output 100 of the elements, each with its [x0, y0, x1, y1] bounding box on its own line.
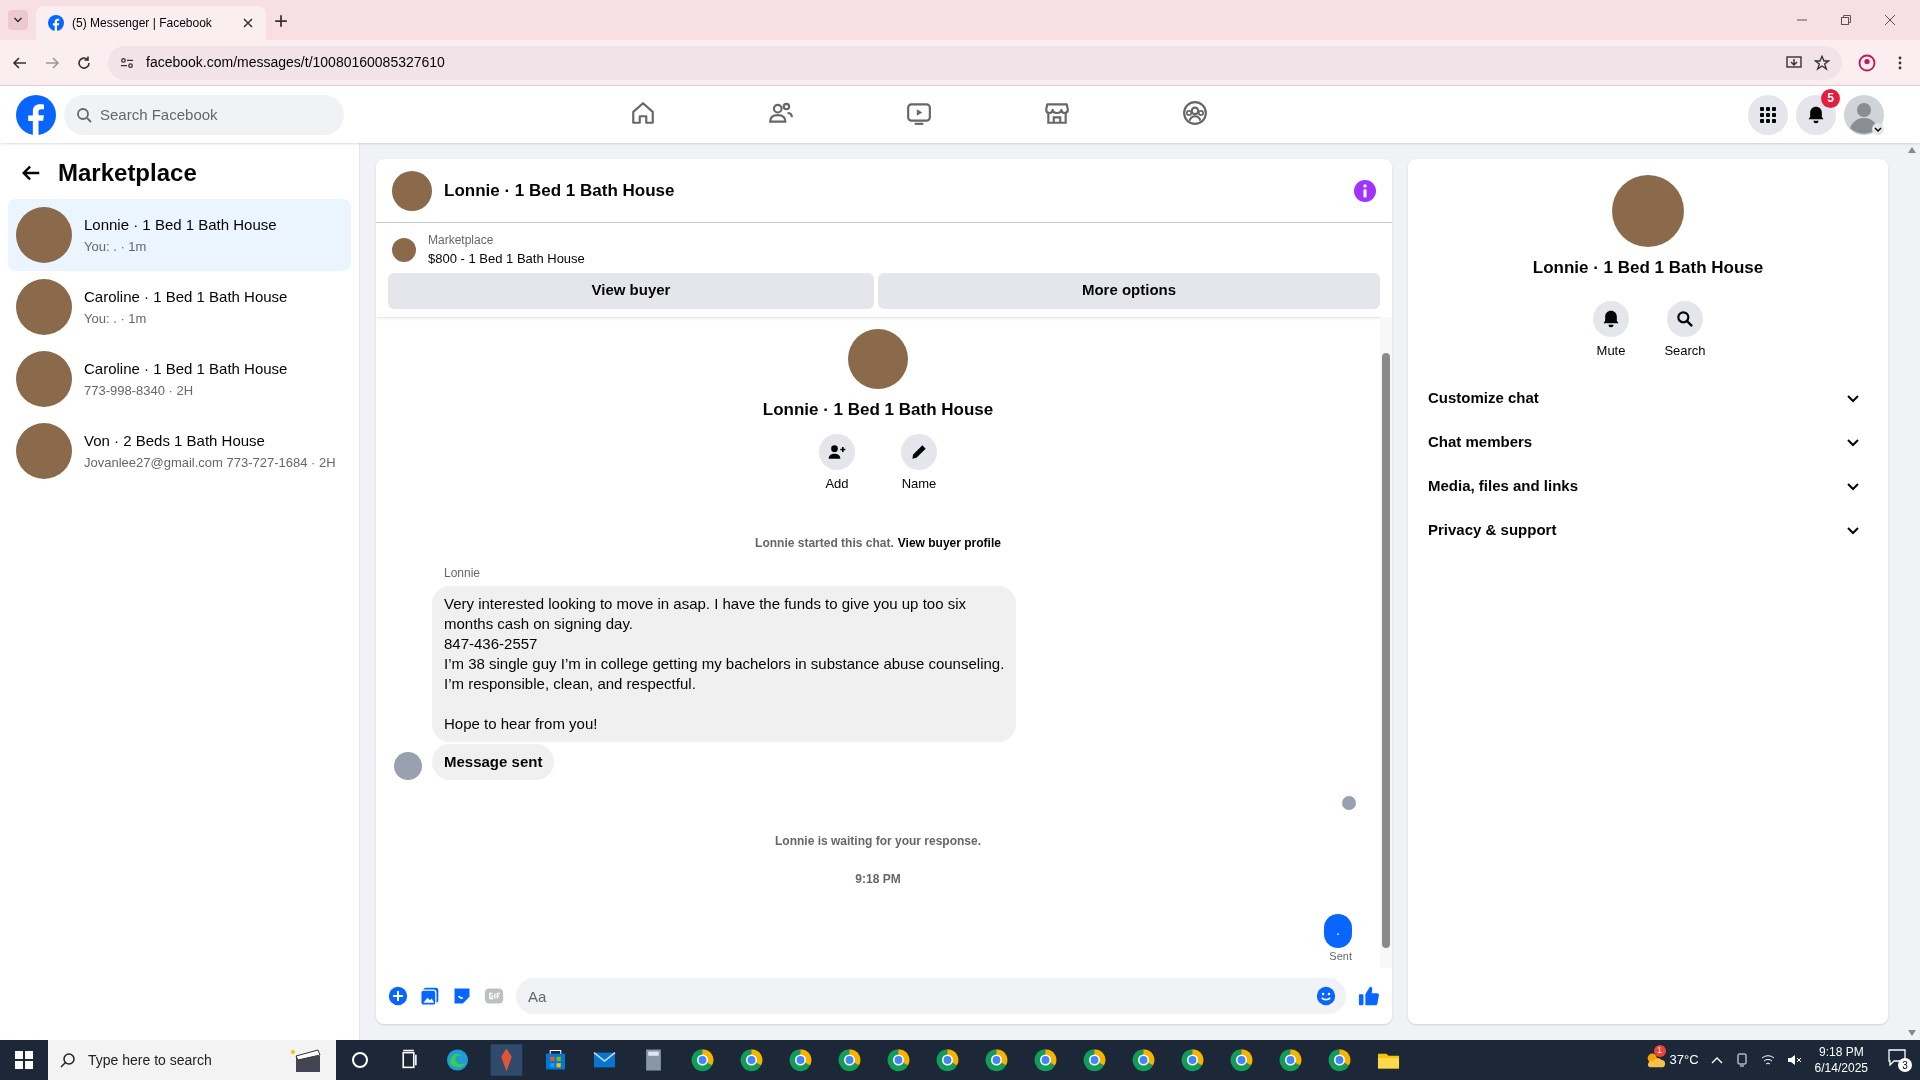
facebook-icon: [48, 15, 64, 31]
profile-icon[interactable]: [1858, 53, 1876, 72]
sticker-icon[interactable]: [452, 986, 472, 1006]
url-text: facebook.com/messages/t/10080160085327610: [146, 53, 446, 72]
taskbar-search[interactable]: Type here to search: [48, 1040, 336, 1080]
photo-placeholder: [392, 237, 416, 262]
scroll-up-icon[interactable]: [1908, 147, 1916, 153]
tab-title: (5) Messenger | Facebook: [72, 15, 213, 32]
friends-icon: [768, 100, 794, 126]
details-name: Lonnie · 1 Bed 1 Bath House: [1532, 257, 1764, 279]
home-icon: [630, 100, 656, 126]
image-icon[interactable]: [420, 986, 440, 1006]
plus-icon[interactable]: [388, 986, 408, 1006]
section-item[interactable]: Chat members: [1424, 420, 1872, 464]
name-button[interactable]: [901, 434, 937, 470]
grid-icon: [1758, 104, 1778, 125]
action-button[interactable]: More options: [878, 272, 1380, 309]
notification-badge: 5: [1821, 88, 1840, 108]
photo-placeholder: [16, 279, 72, 335]
clapperboard-icon: [290, 1046, 324, 1074]
section-label: Chat members: [1428, 431, 1534, 452]
conversation-snippet: You: . · 1m: [84, 237, 148, 256]
action-button[interactable]: View buyer: [388, 272, 874, 309]
bell-icon: [1806, 104, 1826, 125]
address-bar[interactable]: facebook.com/messages/t/10080160085327610: [108, 45, 1842, 80]
message-bubble: Very interested looking to move in asap. I have the funds to give you up too six months cash on signing day. 847-436-2557 I’m 38 single guy I’m in college getting my bachelors in substance abuse counseling. I’m responsible, clean, and respectful. Hope to hear from you!: [432, 585, 1017, 742]
install-icon[interactable]: [1786, 54, 1802, 71]
close-icon[interactable]: [1884, 14, 1896, 26]
site-settings-icon[interactable]: [120, 55, 134, 70]
weather-badge: 1: [1653, 1045, 1666, 1057]
search-button[interactable]: [1667, 300, 1703, 337]
section-label: Customize chat: [1428, 387, 1540, 408]
photo-placeholder: [16, 351, 72, 407]
account-avatar[interactable]: [1844, 94, 1884, 135]
conversation-snippet: Jovanlee27@gmail.com 773-727-1684 · 2H: [84, 453, 336, 472]
menu-button[interactable]: [1748, 94, 1788, 135]
mute-button[interactable]: [1593, 300, 1629, 337]
message-input[interactable]: Aa: [516, 978, 1346, 1014]
conversation-name: Caroline · 1 Bed 1 Bath House: [84, 359, 288, 379]
action-label: Name: [901, 475, 937, 493]
conversation-item[interactable]: Lonnie · 1 Bed 1 Bath House You: . · 1m: [8, 199, 351, 271]
browser-tab[interactable]: (5) Messenger | Facebook: [36, 6, 266, 40]
emoji-icon[interactable]: [1316, 986, 1336, 1006]
notification-count: 3: [1898, 1058, 1912, 1072]
taskbar-search-text: Type here to search: [88, 1050, 213, 1070]
message-status: Sent: [1329, 948, 1352, 964]
facebook-logo[interactable]: [16, 94, 56, 135]
conversation-snippet: 773-998-8340 · 2H: [84, 381, 195, 400]
action-label: Mute: [1596, 341, 1626, 360]
message-bubble: Message sent: [432, 743, 555, 780]
groups-icon: [1182, 100, 1208, 126]
action-label: Add: [825, 475, 849, 493]
search-field[interactable]: Search Facebook: [64, 94, 344, 135]
section-item[interactable]: Customize chat: [1424, 376, 1872, 420]
clock-date: 6/14/2025: [1814, 1060, 1868, 1076]
thumbs-up-icon[interactable]: [1358, 985, 1380, 1007]
sidebar-title: Marketplace: [58, 158, 197, 188]
notifications-button[interactable]: [1796, 94, 1836, 135]
sender-name: Lonnie: [444, 564, 482, 582]
search-icon: [60, 1052, 76, 1068]
conversation-snippet: You: . · 1m: [84, 309, 148, 328]
wifi-icon[interactable]: [1760, 1053, 1775, 1067]
temperature: 37°C: [1669, 1051, 1699, 1070]
device-icon[interactable]: [1734, 1053, 1749, 1067]
search-icon: [76, 106, 92, 123]
scroll-down-icon[interactable]: [1908, 1030, 1916, 1036]
buyer-profile-link[interactable]: View buyer profile: [897, 533, 1001, 552]
new-tab-icon[interactable]: [274, 14, 288, 28]
bell-icon: [1601, 308, 1621, 329]
marketplace-icon: [1044, 100, 1070, 126]
message-time: 9:18 PM: [854, 870, 902, 888]
listing-title: $800 - 1 Bed 1 Bath House: [428, 250, 585, 268]
info-icon[interactable]: [1354, 179, 1376, 202]
avatar-placeholder: [394, 751, 422, 780]
action-label: Search: [1664, 341, 1706, 360]
back-icon[interactable]: [12, 54, 28, 71]
scrollbar[interactable]: [1380, 316, 1392, 968]
photo-placeholder: [16, 207, 72, 263]
reload-icon[interactable]: [76, 54, 92, 71]
photo-placeholder: [16, 423, 72, 479]
listing-source: Marketplace: [428, 232, 495, 249]
speaker-muted-icon[interactable]: [1786, 1053, 1803, 1067]
notification-center-button[interactable]: 3: [1888, 1048, 1912, 1072]
profile-name: Lonnie · 1 Bed 1 Bath House: [762, 398, 994, 421]
outgoing-message: .: [1324, 913, 1352, 948]
search-icon: [1675, 308, 1695, 329]
close-icon[interactable]: [242, 17, 254, 29]
section-item[interactable]: Media, files and links: [1424, 464, 1872, 508]
section-label: Privacy & support: [1428, 519, 1558, 540]
add-person-icon: [827, 442, 847, 462]
chat-status: Lonnie is waiting for your response.: [774, 832, 982, 850]
chat-title: Lonnie · 1 Bed 1 Bath House: [444, 179, 675, 202]
section-item[interactable]: Privacy & support: [1424, 508, 1872, 552]
add-button[interactable]: [819, 434, 855, 470]
read-receipt-avatar: [1342, 795, 1356, 810]
star-icon[interactable]: [1814, 54, 1830, 71]
restore-icon[interactable]: [1840, 14, 1852, 26]
conversation-name: Caroline · 1 Bed 1 Bath House: [84, 287, 288, 307]
video-icon: [906, 100, 932, 126]
tab-list-icon[interactable]: [8, 10, 28, 30]
